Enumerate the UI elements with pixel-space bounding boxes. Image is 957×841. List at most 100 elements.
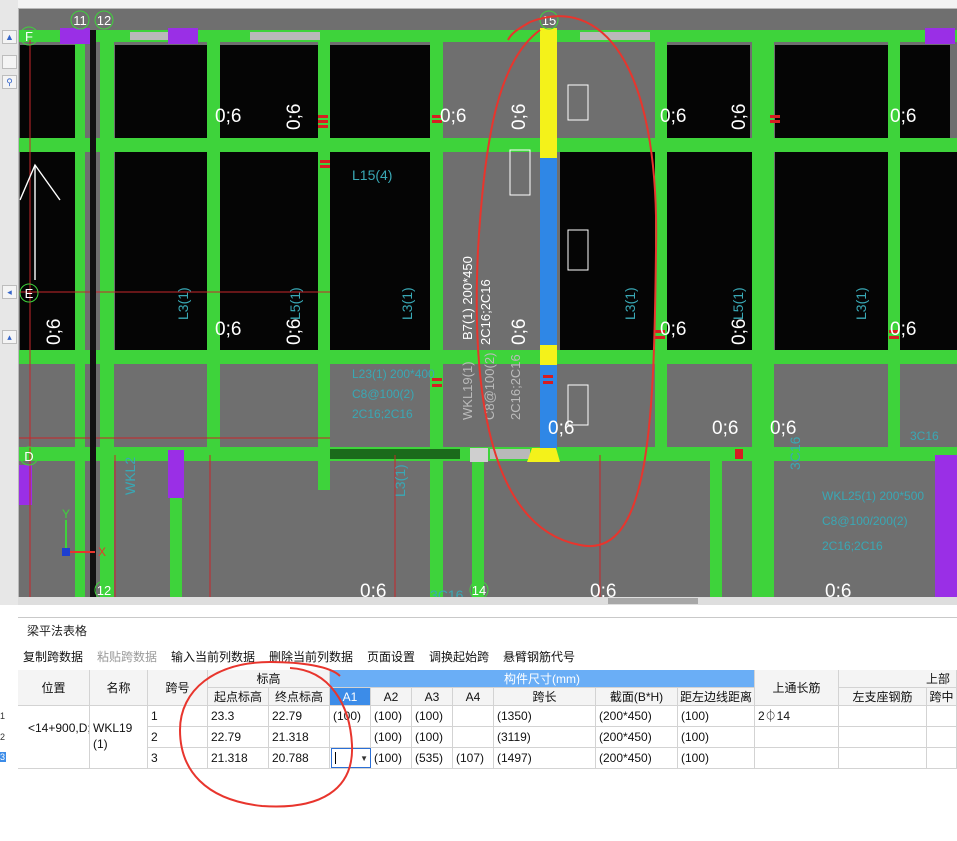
cell-section[interactable]: (200*450) [596,727,678,748]
header-section[interactable]: 截面(B*H) [596,688,678,706]
cell-length[interactable]: (3119) [494,727,596,748]
header-left-seat-rebar[interactable]: 左支座钢筋 [839,688,927,706]
header-span-length[interactable]: 跨长 [494,688,596,706]
cell-empty[interactable] [927,727,957,748]
dropdown-arrow-icon[interactable]: ▼ [360,754,368,763]
cell-dist[interactable]: (100) [678,727,755,748]
cell-a3[interactable]: (535) [412,748,453,769]
row-number-selected[interactable]: 3 [0,752,6,762]
cell-section[interactable]: (200*450) [596,706,678,727]
rebar-mark: 0;6 [729,104,750,130]
annotation-3c16: 3C16 [910,429,939,443]
header-span-no[interactable]: 跨号 [148,670,208,706]
header-a3[interactable]: A3 [412,688,453,706]
header-name[interactable]: 名称 [90,670,148,706]
cell-position[interactable]: <14+900,D;15,F> [18,706,90,769]
beam-label: L3(1) [622,287,638,320]
annotation-wkl25-stirrup: C8@100/200(2) [822,514,908,528]
axis-label: 12 [97,583,111,598]
toolbar-button-up[interactable]: ▲ [2,30,17,44]
cell-length[interactable]: (1350) [494,706,596,727]
toolbar-button[interactable] [2,55,17,69]
paste-span-data-button[interactable]: 粘贴跨数据 [97,648,157,665]
page-setup-button[interactable]: 页面设置 [367,648,415,665]
rebar-mark: 0;6 [660,106,686,127]
cell-empty[interactable] [839,706,927,727]
rebar-mark: 0;6 [890,319,916,340]
cell-a2[interactable]: (100) [371,748,412,769]
row-number[interactable]: 1 [0,711,6,721]
cell-dist[interactable]: (100) [678,748,755,769]
cantilever-rebar-code-button[interactable]: 悬臂钢筋代号 [503,648,575,665]
beam-label: L3(1) [392,464,408,497]
header-position[interactable]: 位置 [18,670,90,706]
cell-editor-a1[interactable]: ▼ [331,748,371,768]
zoom-icon[interactable]: ⚲ [2,75,17,89]
collapse-arrow-icon[interactable]: ◂ [2,285,17,299]
cell-a2[interactable]: (100) [371,706,412,727]
cell-top[interactable] [755,748,839,769]
panel-title: 梁平法表格 [27,624,88,638]
cell-a4[interactable] [453,706,494,727]
cell-start[interactable]: 21.318 [208,748,269,769]
header-top-through-bar[interactable]: 上通长筋 [755,670,839,706]
cell-end[interactable]: 20.788 [269,748,330,769]
beam-annotation-c8: C8@100(2) [482,353,497,420]
horizontal-scrollbar[interactable] [18,597,957,605]
header-a2[interactable]: A2 [371,688,412,706]
cell-end[interactable]: 22.79 [269,706,330,727]
cell-span[interactable]: 3 [148,748,208,769]
annotation-wkl25-bars: 2C16;2C16 [822,539,883,553]
rebar-mark: 0;6 [660,319,686,340]
scrollbar-thumb[interactable] [608,598,698,604]
beam-label: L5(1) [730,287,746,320]
cell-empty[interactable] [927,706,957,727]
cell-start[interactable]: 23.3 [208,706,269,727]
rebar-mark: 0;6 [215,106,241,127]
cell-dist[interactable]: (100) [678,706,755,727]
header-start-elevation[interactable]: 起点标高 [208,688,269,706]
beam-annotation-wkl19: WKL19(1) [460,361,475,420]
annotation-l23-stirrup: C8@100(2) [352,387,414,401]
input-column-data-button[interactable]: 输入当前列数据 [171,648,255,665]
delete-column-data-button[interactable]: 删除当前列数据 [269,648,353,665]
cell-start[interactable]: 22.79 [208,727,269,748]
cell-beam-name[interactable]: WKL19(1) [90,706,148,769]
cell-a1[interactable] [330,727,371,748]
beam-annotation-b7: B7(1) 200*450 [460,256,475,340]
rebar-mark: 0;6 [729,319,750,345]
cad-plan-svg[interactable]: X Y 11 12 15 F E D 12 14 0;6 0;6 0;6 0;6 0;6 0;6 0;6 0… [0,0,957,605]
beam-annotation-2c16-b: 2C16;2C16 [508,354,523,420]
text-caret [335,752,336,764]
cell-empty[interactable] [839,727,927,748]
rebar-mark: 0;6 [440,106,466,127]
cell-span[interactable]: 2 [148,727,208,748]
header-a1[interactable]: A1 [330,688,371,706]
cell-empty[interactable] [927,748,957,769]
cell-top[interactable]: 2⏀14 [755,706,839,727]
cell-empty[interactable] [839,748,927,769]
header-mid-span[interactable]: 跨中 [927,688,957,706]
cell-a3[interactable]: (100) [412,727,453,748]
rebar-mark: 0;6 [509,104,530,130]
cell-length[interactable]: (1497) [494,748,596,769]
cell-a2[interactable]: (100) [371,727,412,748]
header-end-elevation[interactable]: 终点标高 [269,688,330,706]
cad-drawing-canvas[interactable]: X Y 11 12 15 F E D 12 14 0;6 0;6 0;6 0;6 0;6 0;6 0;6 0… [0,0,957,605]
cell-a4[interactable]: (107) [453,748,494,769]
cell-top[interactable] [755,727,839,748]
row-number[interactable]: 2 [0,732,6,742]
cell-section[interactable]: (200*450) [596,748,678,769]
cell-a3[interactable]: (100) [412,706,453,727]
scroll-up-icon[interactable]: ▴ [2,330,17,344]
copy-span-data-button[interactable]: 复制跨数据 [23,648,83,665]
swap-start-span-button[interactable]: 调换起始跨 [429,648,489,665]
cell-span[interactable]: 1 [148,706,208,727]
cell-a4[interactable] [453,727,494,748]
header-a4[interactable]: A4 [453,688,494,706]
cell-end[interactable]: 21.318 [269,727,330,748]
cell-a1[interactable]: (100) [330,706,371,727]
beam-label: L3(1) [175,287,191,320]
rebar-mark: 0;6 [770,418,796,439]
header-edge-distance[interactable]: 距左边线距离 [678,688,755,706]
